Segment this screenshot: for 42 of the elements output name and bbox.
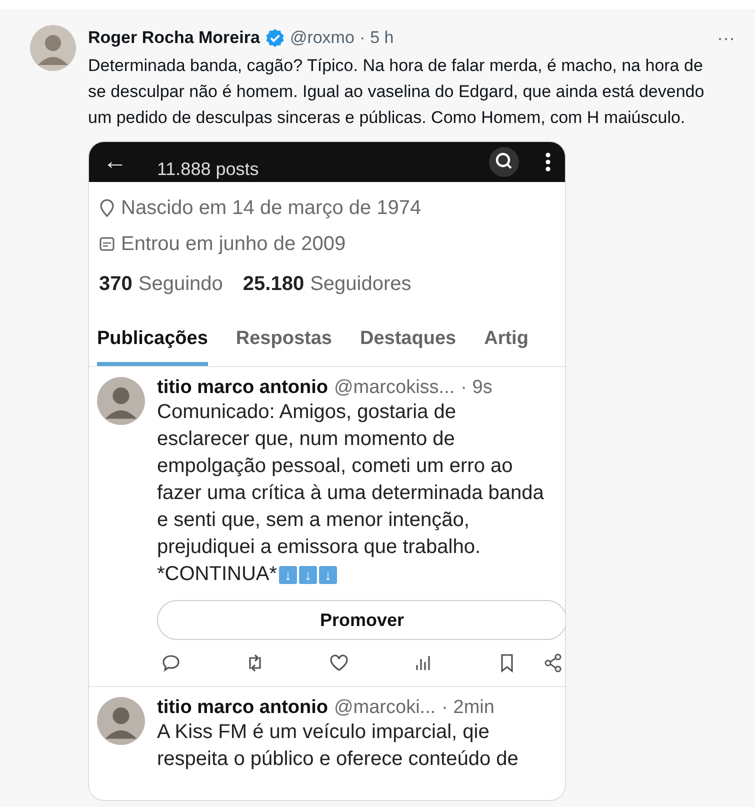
down-arrow-emoji: ↓ [299, 566, 318, 584]
author-name[interactable]: titio marco antonio [157, 697, 328, 719]
post-text: Comunicado: Amigos, gostaria de esclarecer que, num momento de empolgação pessoal, cometi um erro ao fazer uma crítica à uma determinada banda e senti que, sem a menor intenção, prejudiquei a emissora que trabalho. [157, 400, 545, 560]
share-icon[interactable] [543, 653, 563, 673]
continuation-text: *CONTINUA* [157, 562, 278, 587]
author-name[interactable]: Roger Rocha Moreira [88, 28, 260, 48]
separator-dot: · [359, 28, 366, 48]
post-text: A Kiss FM é um veículo imparcial, qie respeita o público e oferece conteúdo de [157, 720, 520, 772]
author-name[interactable]: titio marco antonio [157, 377, 328, 399]
birth-date: Nascido em 14 de março de 1974 [121, 196, 422, 220]
post-time: · 9s [460, 377, 492, 399]
avatar-icon[interactable] [30, 25, 76, 71]
join-date: Entrou em junho de 2009 [121, 232, 346, 256]
down-arrow-emoji: ↓ [319, 566, 338, 584]
followers-count[interactable]: 25.180 [242, 272, 304, 296]
search-icon[interactable] [489, 147, 519, 177]
post-count: 11.888 posts [156, 158, 260, 180]
like-icon[interactable] [329, 653, 349, 673]
profile-tab[interactable]: Publicações [97, 328, 208, 366]
post-time: · 2min [442, 697, 494, 719]
promote-button[interactable]: Promover [157, 600, 565, 640]
author-handle[interactable]: @marcokiss... [334, 377, 455, 399]
following-label[interactable]: Seguindo [138, 272, 223, 296]
following-count[interactable]: 370 [99, 272, 132, 296]
back-arrow[interactable]: ← [103, 148, 127, 176]
more-options-button[interactable]: ··· [713, 28, 739, 48]
avatar-icon[interactable] [97, 377, 145, 425]
calendar-icon [99, 235, 115, 253]
location-pin-icon [99, 199, 115, 217]
post-time[interactable]: 5 h [370, 28, 394, 48]
more-icon[interactable] [545, 151, 551, 173]
author-handle[interactable]: @roxmo [290, 28, 354, 48]
profile-tab[interactable]: Destaques [360, 328, 456, 366]
tweet-text: Determinada banda, cagão? Típico. Na hora de falar merda, é macho, na hora de se desculpar não é homem. Igual ao vaselina do Edgard, que ainda está devendo um pedido de desculpas sinceras e públicas. Como Homem, com H maiúsculo. [88, 55, 706, 129]
down-arrow-emoji: ↓ [279, 566, 298, 584]
views-icon[interactable] [413, 653, 433, 673]
reply-icon[interactable] [161, 653, 181, 673]
author-handle[interactable]: @marcoki... [334, 697, 436, 719]
followers-label[interactable]: Seguidores [310, 272, 412, 296]
avatar-icon[interactable] [97, 697, 145, 745]
profile-tab[interactable]: Respostas [236, 328, 332, 366]
profile-tab[interactable]: Artig [484, 328, 528, 366]
